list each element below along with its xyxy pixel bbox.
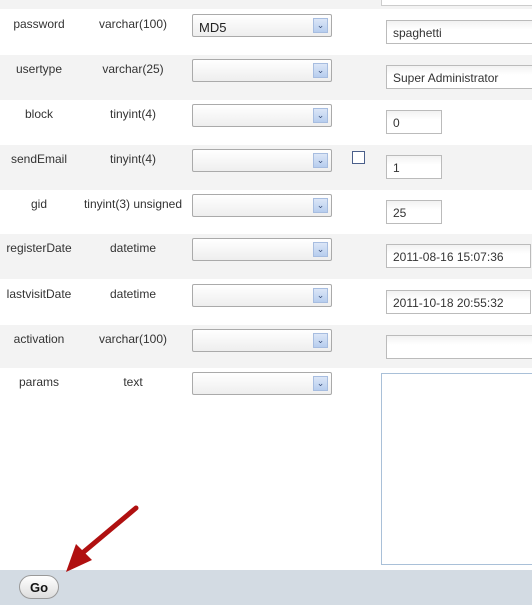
value-input[interactable]: 1 (386, 155, 442, 179)
field-name: password (13, 17, 65, 31)
field-type: varchar(100) (98, 332, 168, 346)
field-row-gid: gid tinyint(3) unsigned ⌄ 25 (0, 190, 532, 235)
field-type: text (123, 375, 143, 389)
field-type: varchar(25) (102, 62, 164, 76)
function-select[interactable]: ⌄ (192, 238, 332, 261)
form-footer: Go (0, 570, 532, 605)
field-name: gid (30, 197, 47, 211)
function-select[interactable]: ⌄ (192, 329, 332, 352)
function-select[interactable]: ⌄ (192, 149, 332, 172)
value-textarea[interactable] (381, 373, 532, 565)
value-input[interactable]: 2011-10-18 20:55:32 (386, 290, 531, 314)
chevron-down-icon: ⌄ (313, 333, 328, 348)
value-input[interactable]: 0 (386, 110, 442, 134)
field-row-lastvisitDate: lastvisitDate datetime ⌄ 2011-10-18 20:55… (0, 280, 532, 325)
value-input[interactable]: 2011-08-16 15:07:36 (386, 244, 531, 268)
field-row-activation: activation varchar(100) ⌄ (0, 325, 532, 370)
chevron-down-icon: ⌄ (313, 63, 328, 78)
chevron-down-icon: ⌄ (313, 288, 328, 303)
previous-row (0, 0, 532, 9)
field-name: lastvisitDate (6, 287, 72, 301)
field-type: tinyint(3) unsigned (83, 197, 183, 211)
function-select[interactable]: ⌄ (192, 194, 332, 217)
field-row-block: block tinyint(4) ⌄ 0 (0, 100, 532, 145)
null-checkbox[interactable] (352, 151, 365, 164)
function-select[interactable]: MD5 ⌄ (192, 14, 332, 37)
chevron-down-icon: ⌄ (313, 108, 328, 123)
function-select[interactable]: ⌄ (192, 372, 332, 395)
value-input[interactable]: 25 (386, 200, 442, 224)
field-row-params: params text ⌄ (0, 368, 532, 570)
field-name: usertype (15, 62, 63, 76)
function-select[interactable]: ⌄ (192, 284, 332, 307)
previous-value-input[interactable] (381, 0, 532, 6)
field-name: activation (13, 332, 65, 346)
field-name: sendEmail (10, 152, 68, 166)
chevron-down-icon: ⌄ (313, 198, 328, 213)
value-input[interactable] (386, 335, 532, 359)
field-type: varchar(100) (98, 17, 168, 31)
chevron-down-icon: ⌄ (313, 153, 328, 168)
field-row-usertype: usertype varchar(25) ⌄ Super Administrato… (0, 55, 532, 100)
field-name: registerDate (6, 241, 72, 255)
field-type: tinyint(4) (109, 152, 156, 166)
field-type: tinyint(4) (109, 107, 156, 121)
field-name: block (24, 107, 53, 121)
field-row-registerDate: registerDate datetime ⌄ 2011-08-16 15:07:… (0, 234, 532, 279)
field-name: params (18, 375, 59, 389)
go-button[interactable]: Go (19, 575, 59, 599)
chevron-down-icon: ⌄ (313, 18, 328, 33)
chevron-down-icon: ⌄ (313, 376, 328, 391)
value-input[interactable]: spaghetti (386, 20, 532, 44)
field-type: datetime (109, 287, 157, 301)
field-type: datetime (109, 241, 157, 255)
chevron-down-icon: ⌄ (313, 242, 328, 257)
field-row-sendEmail: sendEmail tinyint(4) ⌄ 1 (0, 145, 532, 190)
value-input[interactable]: Super Administrator (386, 65, 532, 89)
field-row-password: password varchar(100) MD5 ⌄ spaghetti (0, 10, 532, 55)
function-value: MD5 (199, 20, 227, 35)
function-select[interactable]: ⌄ (192, 59, 332, 82)
function-select[interactable]: ⌄ (192, 104, 332, 127)
